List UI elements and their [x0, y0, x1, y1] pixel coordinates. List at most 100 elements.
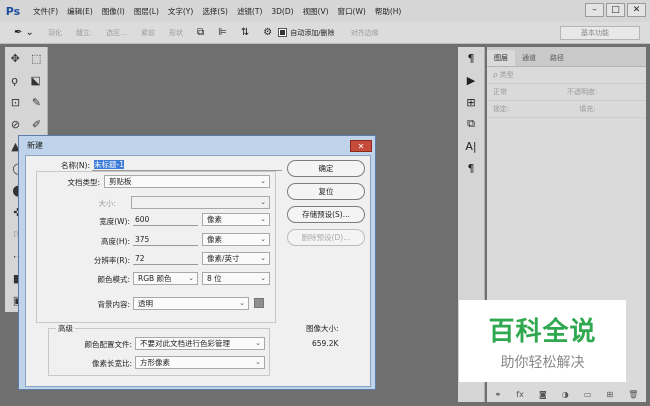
workspace-select[interactable]: 基本功能: [560, 26, 640, 40]
folder-icon[interactable]: ▭: [584, 390, 592, 399]
menu-help[interactable]: 帮助(H): [375, 6, 402, 17]
option-feather[interactable]: 羽化: [48, 28, 62, 38]
auto-add-checkbox[interactable]: 自动添加/删除: [278, 28, 335, 38]
pixel-aspect-label: 像素长宽比:: [91, 359, 132, 368]
fill-label[interactable]: 填充:: [579, 104, 595, 114]
delete-preset-button[interactable]: 删除预设(D)...: [287, 229, 365, 246]
quick-select-tool-icon[interactable]: ⬕: [30, 74, 40, 87]
menu-filter[interactable]: 滤镜(T): [237, 6, 262, 17]
layers-tabs: 图层 通道 路径: [487, 47, 646, 67]
healing-tool-icon[interactable]: ⊘: [11, 118, 20, 131]
new-document-dialog: 新建 ✕ 名称(N): 未标题-1 文档类型: 剪贴板 ⌄ 大小: ⌄ 宽度(W)…: [18, 135, 376, 390]
minimize-button[interactable]: –: [585, 3, 604, 17]
crop-tool-icon[interactable]: ⊡: [11, 96, 20, 109]
bit-depth-select[interactable]: 8 位 ⌄: [202, 272, 270, 285]
new-layer-icon[interactable]: ⊞: [607, 390, 614, 399]
path-arrange-icon[interactable]: ⇅: [241, 27, 249, 38]
menu-window[interactable]: 窗口(W): [338, 6, 366, 17]
play-icon[interactable]: ▶: [458, 69, 484, 91]
chevron-down-icon: ⌄: [255, 358, 261, 366]
color-mode-select[interactable]: RGB 颜色 ⌄: [133, 272, 198, 285]
pixel-aspect-select[interactable]: 方形像素 ⌄: [135, 356, 265, 369]
fx-icon[interactable]: fx: [516, 390, 524, 399]
reset-button[interactable]: 复位: [287, 183, 365, 200]
path-align-icon[interactable]: ⊫: [218, 27, 227, 38]
resolution-input[interactable]: 72: [133, 253, 198, 265]
height-unit-select[interactable]: 像素 ⌄: [202, 233, 270, 246]
size-select[interactable]: ⌄: [131, 196, 270, 209]
chevron-down-icon: ⌄: [260, 235, 266, 243]
color-profile-value: 不要对此文档进行色彩管理: [140, 339, 230, 348]
adjustment-icon[interactable]: ◑: [562, 390, 569, 399]
background-select[interactable]: 透明 ⌄: [133, 297, 249, 310]
tab-channels[interactable]: 通道: [515, 50, 543, 66]
width-unit-value: 像素: [207, 215, 222, 224]
watermark-title: 百科全说: [488, 316, 597, 347]
path-ops-icon[interactable]: ⧉: [197, 27, 204, 38]
checkbox-checked-icon: [278, 28, 288, 37]
paragraph-style-icon[interactable]: ¶: [458, 157, 484, 179]
menu-type[interactable]: 文字(Y): [168, 6, 193, 17]
menu-image[interactable]: 图像(I): [102, 6, 125, 17]
menu-select[interactable]: 选择(S): [202, 6, 228, 17]
height-unit-value: 像素: [207, 235, 222, 244]
brush-tool-icon[interactable]: ✐: [32, 118, 41, 131]
doc-type-select[interactable]: 剪贴板 ⌄: [104, 175, 270, 188]
close-window-button[interactable]: ✕: [627, 3, 646, 17]
marquee-tool-icon[interactable]: ⬚: [31, 52, 41, 65]
align-edges-label[interactable]: 对齐边缘: [351, 28, 379, 38]
name-value: 未标题-1: [94, 160, 124, 169]
chevron-down-icon: ⌄: [188, 274, 194, 282]
option-build[interactable]: 缝立:: [76, 28, 92, 38]
mask-icon[interactable]: ◙: [539, 390, 547, 399]
eyedropper-tool-icon[interactable]: ✎: [32, 96, 41, 109]
option-shape[interactable]: 形状: [169, 28, 183, 38]
menu-file[interactable]: 文件(F): [33, 6, 58, 17]
pixel-aspect-value: 方形像素: [140, 358, 170, 367]
tab-layers[interactable]: 图层: [487, 50, 515, 66]
advanced-label: 高级: [56, 323, 75, 334]
ok-button[interactable]: 确定: [287, 160, 365, 177]
trash-icon[interactable]: 🗑: [628, 390, 638, 399]
blend-row: 正常 不透明度:: [487, 84, 646, 101]
link-icon[interactable]: ⚭: [495, 390, 502, 399]
name-input[interactable]: 未标题-1: [92, 159, 282, 171]
menu-edit[interactable]: 编辑(E): [67, 6, 93, 17]
save-preset-button[interactable]: 存储预设(S)...: [287, 206, 365, 223]
doc-type-label: 文档类型:: [67, 178, 100, 187]
pen-tool-icon[interactable]: ✒ ⌄: [14, 27, 34, 38]
layers-bottom-bar: ⚭ fx ◙ ◑ ▭ ⊞ 🗑: [487, 386, 646, 402]
menu-3d[interactable]: 3D(D): [271, 7, 293, 16]
width-unit-select[interactable]: 像素 ⌄: [202, 213, 270, 226]
doc-type-value: 剪贴板: [109, 177, 132, 186]
opacity-label[interactable]: 不透明度:: [567, 87, 597, 97]
clone-source-icon[interactable]: ⧉: [458, 113, 484, 135]
lasso-tool-icon[interactable]: ϙ: [11, 74, 18, 87]
paragraph-icon[interactable]: ¶: [458, 47, 484, 69]
character-icon[interactable]: A|: [458, 135, 484, 157]
chevron-down-icon: ⌄: [255, 339, 261, 347]
menu-view[interactable]: 视图(V): [303, 6, 329, 17]
image-size-value: 659.2K: [312, 339, 339, 348]
height-input[interactable]: 375: [133, 234, 198, 246]
watermark-subtitle: 助你轻松解决: [500, 354, 585, 371]
blend-mode-select[interactable]: 正常: [493, 87, 507, 97]
color-profile-select[interactable]: 不要对此文档进行色彩管理 ⌄: [135, 337, 265, 350]
option-selection[interactable]: 选区...: [106, 28, 127, 38]
chevron-down-icon: ⌄: [260, 177, 266, 185]
lock-row: 锁定: 填充:: [487, 101, 646, 118]
option-mask[interactable]: 紧前: [141, 28, 155, 38]
grid-icon[interactable]: ⊞: [458, 91, 484, 113]
tab-paths[interactable]: 路径: [543, 50, 571, 66]
resolution-unit-select[interactable]: 像素/英寸 ⌄: [202, 252, 270, 265]
height-label: 高度(H):: [100, 237, 130, 246]
menu-layer[interactable]: 图层(L): [134, 6, 159, 17]
background-label: 背景内容:: [97, 300, 130, 309]
move-tool-icon[interactable]: ✥: [11, 52, 20, 65]
gear-icon[interactable]: ⚙: [263, 27, 272, 38]
dialog-close-button[interactable]: ✕: [350, 140, 372, 152]
width-input[interactable]: 600: [133, 214, 198, 226]
maximize-button[interactable]: □: [606, 3, 625, 17]
layer-kind-filter[interactable]: ρ 类型: [493, 70, 514, 80]
background-swatch[interactable]: [254, 298, 264, 308]
